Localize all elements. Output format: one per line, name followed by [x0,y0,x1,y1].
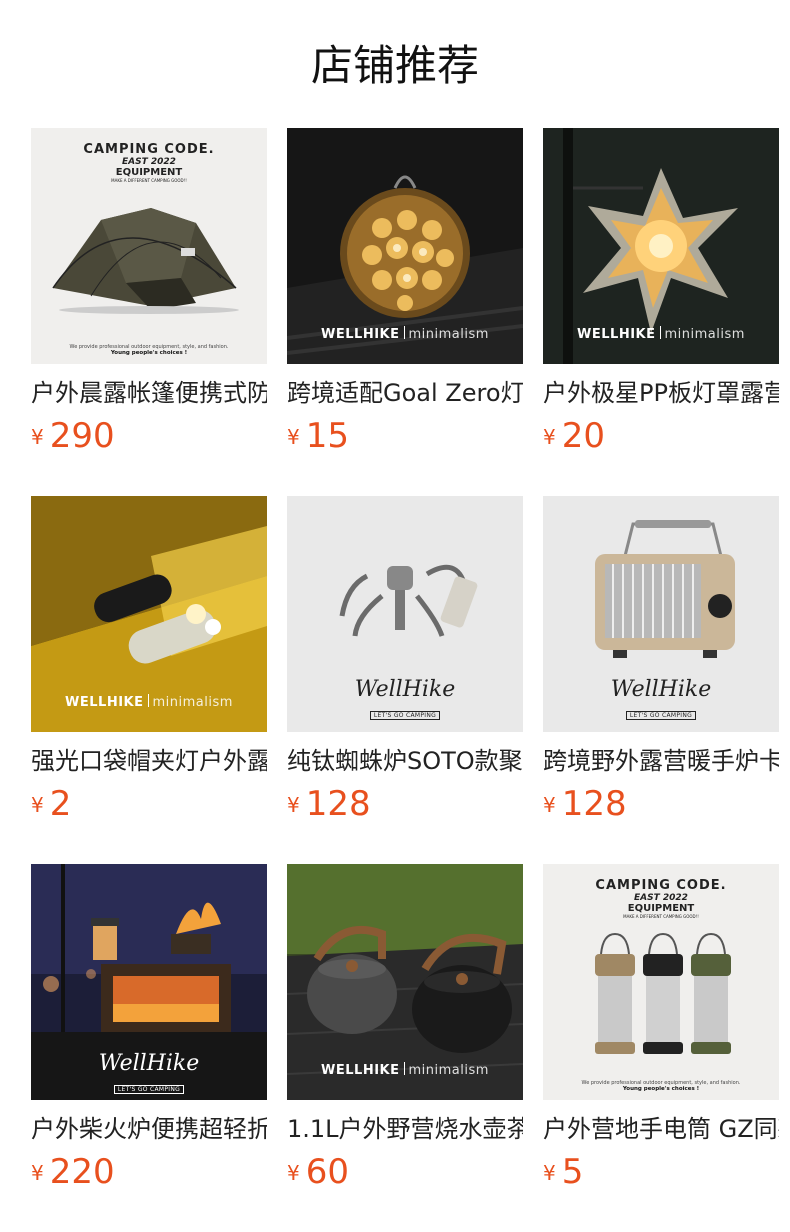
product-image-kettle[interactable]: WELLHIKE minimalism [287,864,523,1100]
product-name[interactable]: 跨境野外露营暖手炉卡式 [543,744,779,778]
currency-symbol: ¥ [543,1161,556,1185]
wellhike-script-logo: WellHike [610,677,712,702]
product-card[interactable]: CAMPING CODE. EAST 2022 EQUIPMENT MAKE A… [543,864,779,1194]
currency-symbol: ¥ [31,1161,44,1185]
product-image-flashlight[interactable]: CAMPING CODE. EAST 2022 EQUIPMENT MAKE A… [543,864,779,1100]
camping-code-logo: CAMPING CODE. [595,878,727,893]
camping-code-logo: CAMPING CODE. [83,142,215,157]
product-card[interactable]: WELLHIKE minimalism 户外极星PP板灯罩露营 ¥20 [543,128,779,458]
product-name[interactable]: 户外极星PP板灯罩露营 [543,376,779,410]
currency-symbol: ¥ [31,425,44,449]
product-price: ¥15 [287,416,349,456]
product-price: ¥2 [31,784,72,824]
wellhike-watermark: WELLHIKE minimalism [65,694,233,710]
wellhike-script-logo: WellHike [354,677,456,702]
currency-symbol: ¥ [287,793,300,817]
product-name[interactable]: 强光口袋帽夹灯户外露营 [31,744,267,778]
wellhike-watermark: WELLHIKE minimalism [577,326,745,342]
wellhike-watermark: WELLHIKE minimalism [321,326,489,342]
product-name[interactable]: 纯钛蜘蛛炉SOTO款聚能 [287,744,523,778]
product-card[interactable]: WELLHIKE minimalism 跨境适配Goal Zero灯罩 ¥15 [287,128,523,458]
currency-symbol: ¥ [287,425,300,449]
currency-symbol: ¥ [31,793,44,817]
product-card[interactable]: WELLHIKEminimalism 强光口袋帽夹灯户外露营 ¥2 [31,496,267,826]
currency-symbol: ¥ [543,425,556,449]
wellhike-watermark: WELLHIKE minimalism [321,1062,489,1078]
wellhike-script-logo: WellHike [98,1051,200,1076]
product-image-tent[interactable]: CAMPING CODE. EAST 2022 EQUIPMENT MAKE A… [31,128,267,364]
product-card[interactable]: WellHike LET'S GO CAMPING 户外柴火炉便携超轻折叠 ¥2… [31,864,267,1194]
product-price: ¥20 [543,416,605,456]
product-name[interactable]: 跨境适配Goal Zero灯罩 [287,376,523,410]
product-price: ¥5 [543,1152,584,1192]
product-image-wood-stove[interactable]: WellHike LET'S GO CAMPING [31,864,267,1100]
product-image-crystal-lantern[interactable]: WELLHIKE minimalism [287,128,523,364]
product-card[interactable]: CAMPING CODE. EAST 2022 EQUIPMENT MAKE A… [31,128,267,458]
product-price: ¥128 [543,784,627,824]
currency-symbol: ¥ [287,1161,300,1185]
product-price: ¥290 [31,416,115,456]
product-price: ¥60 [287,1152,349,1192]
product-price: ¥220 [31,1152,115,1192]
product-image-star-lamp[interactable]: WELLHIKE minimalism [543,128,779,364]
product-image-spider-stove[interactable]: WellHike LET'S GO CAMPING [287,496,523,732]
product-name[interactable]: 户外营地手电筒 GZ同款 [543,1112,779,1146]
product-name[interactable]: 户外晨露帐篷便携式防雨 [31,376,267,410]
product-name[interactable]: 户外柴火炉便携超轻折叠 [31,1112,267,1146]
currency-symbol: ¥ [543,793,556,817]
product-image-cap-clip-light[interactable]: WELLHIKE minimalism [31,496,267,732]
product-name[interactable]: 1.1L户外野营烧水壶茶壶 [287,1112,523,1146]
product-card[interactable]: WellHike LET'S GO CAMPING 纯钛蜘蛛炉SOTO款聚能 ¥… [287,496,523,826]
product-card[interactable]: WELLHIKEminimalism 1.1L户外野营烧水壶茶壶 ¥60 [287,864,523,1194]
product-price: ¥128 [287,784,371,824]
product-image-hand-heater[interactable]: WellHike LET'S GO CAMPING [543,496,779,732]
product-card[interactable]: WellHike LET'S GO CAMPING 跨境野外露营暖手炉卡式 ¥1… [543,496,779,826]
page-title: 店铺推荐 [310,41,479,90]
